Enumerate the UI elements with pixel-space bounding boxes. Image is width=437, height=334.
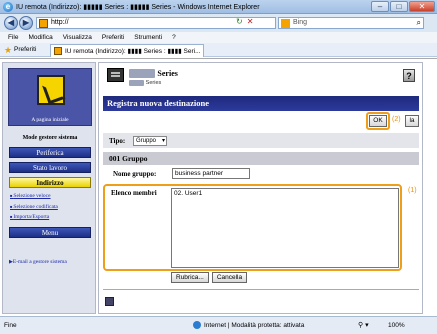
footer-icon	[105, 297, 114, 306]
sidebar-button-stato-lavoro[interactable]: Stato lavoro	[9, 162, 91, 173]
series-title: ▮▮▮▮▮▮ Series	[129, 69, 178, 78]
menu-help[interactable]: ?	[172, 32, 176, 43]
refresh-icon[interactable]: ↻	[236, 17, 243, 26]
main-content: ▮▮▮▮▮▮ Series ▮▮▮▮▮ Series ? Registra nu…	[98, 62, 423, 314]
maximize-button[interactable]: □	[390, 1, 408, 12]
window-controls: – □ ✕	[371, 1, 435, 12]
back-button[interactable]: ◀	[4, 16, 18, 30]
page-area: A pagina iniziale Mode gestore sistema P…	[0, 58, 437, 315]
favorites-star-icon[interactable]: ★	[4, 45, 12, 56]
sidebar-button-menu[interactable]: Menu	[9, 227, 91, 238]
group-header: 001 Gruppo	[103, 152, 419, 165]
sidebar-button-indirizzo[interactable]: Indirizzo	[9, 177, 91, 188]
email-admin-link[interactable]: E-mail a gestore sistema	[9, 259, 67, 265]
zoom-icon[interactable]: ⚲ ▾	[358, 321, 369, 329]
window-title: IU remota (Indirizzo): ▮▮▮▮▮ Series : ▮▮…	[16, 4, 260, 11]
mode-label: Mode gestore sistema	[22, 135, 78, 141]
annotation-1: (1)	[408, 187, 417, 194]
type-select[interactable]: Gruppo	[133, 136, 167, 146]
minimize-button[interactable]: –	[371, 1, 389, 12]
series-sub-text: Series	[145, 80, 162, 86]
globe-icon	[193, 321, 201, 329]
favorites-bar: ★ Preferiti IU remota (Indirizzo): ▮▮▮▮ …	[0, 43, 437, 57]
home-logo[interactable]: A pagina iniziale	[8, 68, 92, 126]
printer-icon	[107, 68, 124, 82]
search-box[interactable]: Bing ⌕	[278, 17, 424, 29]
address-actions: ↻ ✕	[236, 17, 253, 26]
status-text: Fine	[4, 322, 17, 329]
series-subtitle: ▮▮▮▮▮ Series	[129, 80, 161, 86]
annotation-2: (2)	[392, 116, 401, 123]
divider	[103, 289, 419, 290]
forward-button[interactable]: ▶	[19, 16, 33, 30]
delete-button[interactable]: Cancella	[211, 272, 248, 283]
search-icon[interactable]: ⌕	[417, 18, 421, 28]
menu-strumenti[interactable]: Strumenti	[134, 32, 162, 43]
search-placeholder: Bing	[293, 19, 308, 26]
sidebar: A pagina iniziale Mode gestore sistema P…	[2, 62, 96, 314]
ok-button[interactable]: OK	[369, 115, 387, 127]
members-box: Elenco membri 02. User1	[103, 184, 402, 271]
stop-icon[interactable]: ✕	[247, 17, 254, 26]
members-label: Elenco membri	[111, 189, 157, 197]
menu-preferiti[interactable]: Preferiti	[102, 32, 124, 43]
sidebar-link-selezione-veloce[interactable]: Selezione veloce	[10, 193, 50, 199]
model-name-redacted: ▮▮▮▮▮▮	[129, 69, 156, 78]
action-row: OK (2) la	[103, 112, 419, 130]
menu-file[interactable]: File	[8, 32, 18, 43]
help-icon[interactable]: ?	[403, 69, 415, 82]
menu-visualizza[interactable]: Visualizza	[63, 32, 92, 43]
menu-modifica[interactable]: Modifica	[28, 32, 52, 43]
sidebar-link-selezione-codificata[interactable]: Selezione codificata	[10, 204, 57, 210]
group-name-row: Nome gruppo: business partner	[103, 167, 419, 181]
url-text: http://	[51, 19, 69, 26]
sidebar-button-periferica[interactable]: Periferica	[9, 147, 91, 158]
type-label: Tipo:	[109, 137, 126, 145]
address-book-button[interactable]: Rubrica...	[171, 272, 209, 283]
site-icon	[39, 19, 48, 28]
list-item[interactable]: 02. User1	[174, 190, 396, 197]
browser-tab[interactable]: IU remota (Indirizzo): ▮▮▮▮ Series : ▮▮▮…	[50, 44, 204, 57]
address-bar-row: ◀ ▶ http:// ↻ ✕ Bing ⌕	[0, 14, 437, 32]
zoom-level[interactable]: 100%	[388, 322, 405, 329]
members-list[interactable]: 02. User1	[171, 188, 399, 268]
series-title-text: Series	[157, 69, 178, 78]
bing-icon	[281, 19, 290, 28]
type-row: Tipo: Gruppo	[103, 133, 419, 148]
cancel-button[interactable]: la	[405, 115, 419, 127]
group-name-label: Nome gruppo:	[113, 170, 157, 178]
status-bar: Fine Internet | Modalità protetta: attiv…	[0, 316, 437, 334]
favorites-label[interactable]: Preferiti	[14, 46, 36, 53]
menu-bar: File Modifica Visualizza Preferiti Strum…	[0, 32, 437, 43]
home-label: A pagina iniziale	[31, 117, 69, 123]
members-actions: Rubrica... Cancella	[171, 272, 248, 283]
model-sub-redacted: ▮▮▮▮▮	[129, 80, 145, 86]
window-titlebar: e IU remota (Indirizzo): ▮▮▮▮▮ Series : …	[0, 0, 437, 14]
group-name-input[interactable]: business partner	[172, 168, 250, 179]
page-title: Registra nuova destinazione	[103, 96, 419, 111]
sidebar-link-importa-esporta[interactable]: Importa/Esporta	[10, 214, 49, 220]
tab-site-icon	[54, 47, 62, 55]
ie-icon: e	[3, 2, 13, 12]
rui-logo-icon	[37, 75, 65, 105]
close-button[interactable]: ✕	[409, 1, 435, 12]
tab-title: IU remota (Indirizzo): ▮▮▮▮ Series : ▮▮▮…	[65, 48, 201, 55]
security-zone: Internet | Modalità protetta: attivata	[204, 322, 305, 329]
